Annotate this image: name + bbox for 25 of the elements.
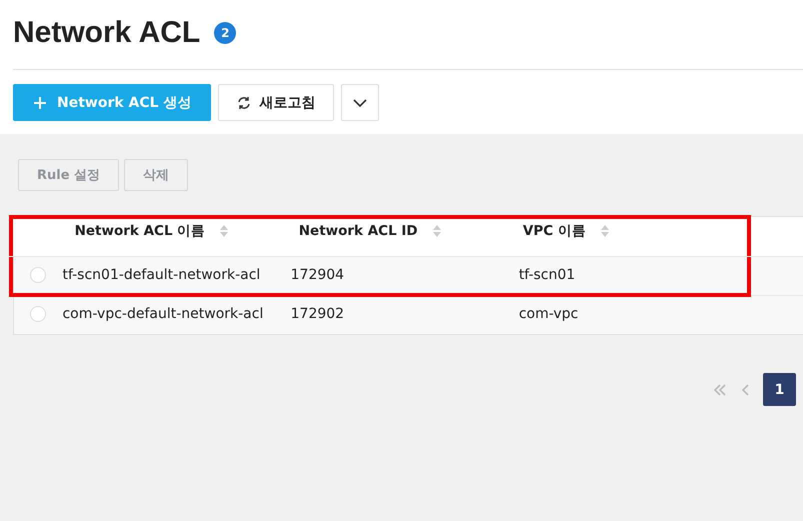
refresh-icon [237, 96, 252, 110]
chevron-down-icon [353, 98, 368, 106]
table-cell: tf-scn01-default-network-acl [62, 267, 260, 283]
table-cell: 172902 [290, 306, 344, 322]
sort-icon[interactable] [600, 224, 610, 238]
page-title: Network ACL [13, 16, 200, 50]
radio-button[interactable] [30, 267, 46, 283]
table-cell: com-vpc [518, 306, 578, 322]
dropdown-button[interactable] [341, 84, 380, 121]
radio-button[interactable] [30, 306, 46, 322]
previous-page-icon[interactable] [741, 384, 749, 396]
first-page-icon[interactable] [713, 384, 727, 396]
page-button[interactable]: 1 [763, 373, 796, 406]
refresh-button[interactable]: 새로고침 [218, 84, 334, 121]
column-header: Network ACL 이름 [74, 222, 206, 240]
sort-icon[interactable] [219, 224, 230, 238]
table-cell: tf-scn01 [518, 267, 576, 283]
sort-icon[interactable] [432, 224, 442, 238]
count-badge: 2 [214, 22, 236, 44]
column-header: Network ACL ID [298, 223, 418, 239]
plus-icon [33, 96, 47, 110]
table-cell: 172904 [290, 267, 344, 283]
create-button[interactable]: Network ACL 생성 [13, 84, 212, 121]
table-cell: com-vpc-default-network-acl [62, 306, 264, 322]
column-header: VPC 이름 [522, 222, 586, 240]
